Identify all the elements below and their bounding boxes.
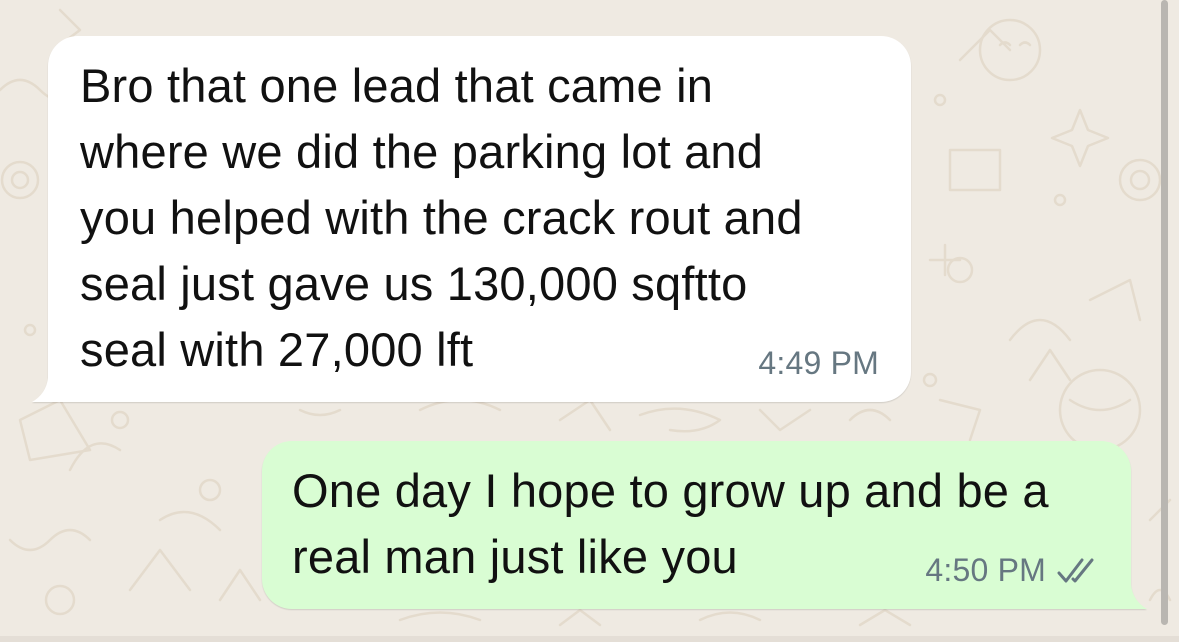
outgoing-message-bubble[interactable]: One day I hope to grow up and be a real … [262, 441, 1147, 609]
timestamp-text: 4:50 PM [925, 552, 1046, 588]
message-body: Bro that one lead that came in where we … [48, 36, 911, 402]
double-check-icon [1057, 558, 1094, 582]
message-timestamp: 4:50 PM [925, 552, 1102, 589]
incoming-message-bubble[interactable]: Bro that one lead that came in where we … [32, 36, 911, 402]
timestamp-text: 4:49 PM [758, 345, 879, 381]
message-timestamp: 4:49 PM [758, 345, 879, 382]
scrollbar[interactable] [1161, 0, 1168, 625]
message-text: Bro that one lead that came in where we … [80, 59, 803, 376]
message-body: One day I hope to grow up and be a real … [262, 441, 1131, 609]
bottom-divider [0, 636, 1179, 642]
